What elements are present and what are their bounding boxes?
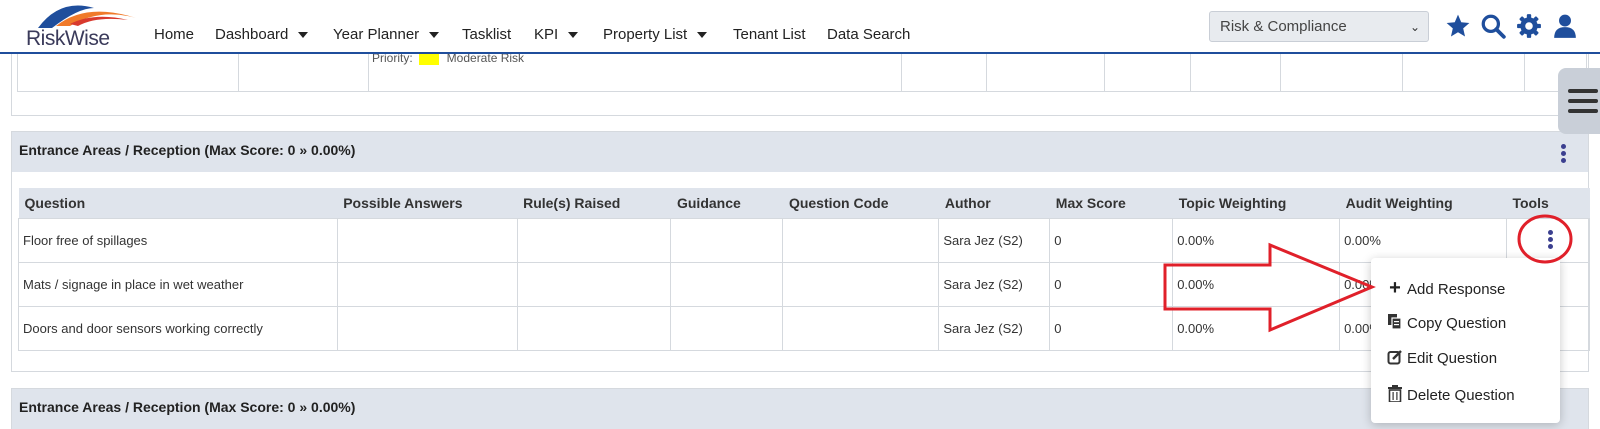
column-header[interactable]: Rule(s) Raised [517, 188, 671, 218]
section-header: Entrance Areas / Reception (Max Score: 0… [12, 132, 1588, 172]
column-header[interactable]: Question Code [782, 188, 939, 218]
cell-rules-raised [516, 217, 672, 263]
nav-kpi-label: KPI [534, 26, 559, 43]
nav-tenant-list[interactable]: Tenant List [733, 26, 806, 43]
cell-topic-weighting: 0.00% [1172, 261, 1341, 307]
nav-tasklist-label: Tasklist [462, 26, 512, 43]
hamburger-bar [1568, 99, 1598, 103]
menu-item-copy-question[interactable]: Copy Question [1385, 313, 1506, 332]
top-navbar: RiskWise Home Dashboard Year Planner Tas… [0, 0, 1600, 54]
cell-guidance [670, 261, 784, 307]
menu-item-add-response[interactable]: + Add Response [1385, 277, 1505, 300]
side-panel-toggle[interactable] [1558, 68, 1600, 134]
section-title: Entrance Areas / Reception (Max Score: 0… [19, 142, 356, 158]
riskwise-logo[interactable]: RiskWise [26, 4, 136, 50]
nav-property-list-label: Property List [603, 26, 688, 43]
hamburger-bar [1568, 109, 1598, 113]
user-icon[interactable] [1552, 13, 1578, 39]
menu-item-label: Edit Question [1407, 350, 1498, 367]
nav-tenant-list-label: Tenant List [733, 26, 806, 43]
column-header[interactable]: Possible Answers [337, 188, 518, 218]
caret-down-icon [429, 32, 440, 39]
table-row: Floor free of spillages Sara Jez (S2) 0 … [18, 217, 1591, 263]
questions-table: Question Possible Answers Rule(s) Raised… [18, 188, 1591, 351]
gear-icon[interactable] [1516, 13, 1542, 39]
section-header: Entrance Areas / Reception (Max Score: 0… [12, 389, 1588, 429]
row-tools-kebab-icon[interactable] [1540, 229, 1560, 253]
menu-item-label: Add Response [1407, 281, 1506, 298]
app-root: RiskWise Home Dashboard Year Planner Tas… [0, 0, 1600, 429]
nav-data-search-label: Data Search [827, 26, 911, 43]
module-select[interactable]: Risk & Compliance ⌄ [1209, 11, 1429, 42]
topic-section: Entrance Areas / Reception (Max Score: 0… [11, 131, 1591, 372]
caret-down-icon [568, 32, 579, 39]
cell-rules-raised [516, 305, 672, 351]
cell-question: Doors and door sensors working correctly [18, 305, 338, 351]
caret-down-icon [298, 32, 309, 39]
cell-question: Floor free of spillages [18, 217, 338, 263]
cell-author: Sara Jez (S2) [938, 261, 1051, 307]
topic-section: Entrance Areas / Reception (Max Score: 0… [11, 388, 1589, 429]
nav-tasklist[interactable]: Tasklist [462, 26, 511, 43]
table-row: Doors and door sensors working correctly… [18, 305, 1591, 351]
row-tools-menu: + Add Response Copy Question Edit Questio… [1371, 258, 1560, 423]
cell-author: Sara Jez (S2) [938, 217, 1051, 263]
cell-question: Mats / signage in place in wet weather [18, 261, 338, 307]
menu-item-label: Copy Question [1407, 315, 1507, 332]
search-icon[interactable] [1480, 13, 1506, 39]
column-header[interactable]: Audit Weighting [1339, 188, 1507, 218]
nav-data-search[interactable]: Data Search [827, 26, 910, 43]
nav-kpi[interactable]: KPI [534, 26, 579, 43]
nav-year-planner[interactable]: Year Planner [333, 26, 440, 43]
previous-row-grid [17, 54, 1587, 92]
cell-tools [1505, 217, 1591, 263]
plus-icon: + [1389, 277, 1401, 299]
cell-possible-answers [336, 305, 518, 351]
column-header[interactable]: Max Score [1049, 188, 1173, 218]
priority-color-swatch [418, 52, 439, 65]
module-select-value: Risk & Compliance [1220, 18, 1347, 35]
table-header-row: Question Possible Answers Rule(s) Raised… [18, 188, 1590, 218]
trash-icon [1385, 385, 1405, 404]
section-title: Entrance Areas / Reception (Max Score: 0… [19, 399, 356, 415]
star-icon[interactable] [1445, 13, 1471, 39]
cell-question-code [782, 305, 940, 351]
column-header[interactable]: Author [938, 188, 1050, 218]
nav-property-list[interactable]: Property List [603, 26, 708, 43]
hamburger-bar [1568, 89, 1598, 93]
cell-guidance [670, 217, 784, 263]
cell-author: Sara Jez (S2) [938, 305, 1051, 351]
column-header[interactable]: Question [18, 188, 338, 218]
menu-item-label: Delete Question [1407, 387, 1515, 404]
nav-dashboard-label: Dashboard [215, 26, 289, 43]
nav-home-label: Home [154, 26, 195, 43]
edit-icon [1385, 349, 1405, 367]
cell-question-code [782, 217, 940, 263]
nav-year-planner-label: Year Planner [333, 26, 420, 43]
column-header[interactable]: Topic Weighting [1172, 188, 1340, 218]
copy-icon [1385, 313, 1405, 332]
chevron-down-icon: ⌄ [1409, 20, 1420, 34]
cell-possible-answers [336, 261, 518, 307]
cell-topic-weighting: 0.00% [1172, 217, 1341, 263]
caret-down-icon [697, 32, 708, 39]
nav-dashboard[interactable]: Dashboard [215, 26, 309, 43]
section-kebab-icon[interactable] [1553, 143, 1573, 167]
cell-guidance [670, 305, 784, 351]
cell-max-score: 0 [1049, 305, 1174, 351]
menu-item-edit-question[interactable]: Edit Question [1385, 349, 1497, 367]
cell-topic-weighting: 0.00% [1172, 305, 1341, 351]
table-row: Mats / signage in place in wet weather S… [18, 261, 1591, 307]
cell-max-score: 0 [1049, 217, 1174, 263]
menu-item-delete-question[interactable]: Delete Question [1385, 385, 1515, 404]
cell-question-code [782, 261, 940, 307]
cell-audit-weighting: 0.00% [1339, 217, 1507, 263]
cell-rules-raised [516, 261, 672, 307]
cell-max-score: 0 [1049, 261, 1174, 307]
column-header: Tools [1506, 188, 1590, 218]
logo-text: RiskWise [26, 27, 110, 50]
cell-possible-answers [336, 217, 518, 263]
nav-home[interactable]: Home [154, 26, 194, 43]
column-header[interactable]: Guidance [670, 188, 783, 218]
